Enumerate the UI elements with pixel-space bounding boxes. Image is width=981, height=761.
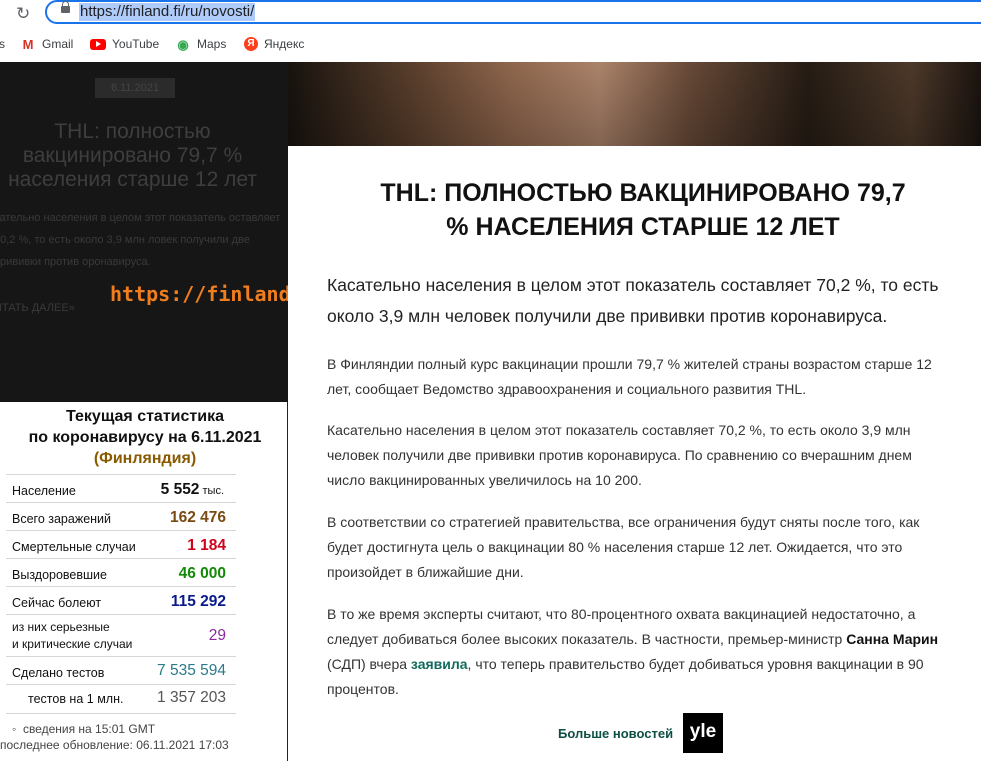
article-title-line1: THL: ПОЛНОСТЬЮ ВАКЦИНИРОВАНО 79,7 [380, 179, 906, 207]
news-card-text: сательно населения в целом этот показате… [0, 212, 281, 268]
p4-text-b: (СДП) вчера [327, 656, 411, 672]
reload-icon[interactable]: ↻ [16, 4, 30, 24]
article-paragraph-1: В Финляндии полный курс вакцинации прошл… [327, 356, 932, 397]
maps-icon: ◉ [177, 36, 189, 52]
stat-value: 1 357 203 [157, 689, 226, 706]
address-bar[interactable]: https://finland.fi/ru/novosti/ [45, 0, 981, 24]
article-title-line2: % НАСЕЛЕНИЯ СТАРШЕ 12 ЛЕТ [446, 213, 840, 241]
watermark-text: https://finland.fi [110, 282, 288, 306]
bookmark-label: Яндекс [264, 37, 305, 51]
article-paragraph-3: В соответствии со стратегией правительст… [327, 514, 920, 580]
stats-footer-updated: последнее обновление: 06.11.2021 17:03 [0, 738, 229, 752]
stat-row-active: Сейчас болеют 115 292 [6, 586, 236, 615]
browser-toolbar: ↻ https://finland.fi/ru/novosti/ s M Gmai… [0, 0, 981, 62]
stat-value: 7 535 594 [157, 662, 226, 679]
stat-value: 162 476 [169, 509, 226, 526]
p4-text-a: В то же время эксперты считают, что 80-п… [327, 606, 916, 647]
bookmark-label: Maps [197, 37, 227, 51]
pm-name: Санна Марин [846, 631, 939, 647]
stat-label: из них серьезные и критические случаи [12, 620, 133, 651]
article-hero-image [288, 62, 981, 146]
bookmark-gmail[interactable]: M Gmail [20, 36, 74, 52]
more-news-link[interactable]: Больше новостей [558, 726, 673, 741]
bookmark-youtube[interactable]: YouTube [90, 37, 159, 51]
left-news-card[interactable]: 6.11.2021 THL: полностью вакцинировано 7… [0, 62, 288, 402]
stat-row-population: Население 5 552 тыс. [6, 474, 236, 503]
stated-link[interactable]: заявила [411, 656, 468, 672]
stat-label: Всего заражений [12, 512, 112, 526]
article-paragraph-2: Касательно населения в целом этот показа… [327, 422, 912, 488]
yle-logo[interactable]: yle [683, 713, 723, 753]
stat-value: 1 184 [187, 537, 226, 554]
stat-row-deaths: Смертельные случаи 1 184 [6, 530, 236, 559]
stat-label: Население [12, 484, 76, 498]
stat-value: 115 292 [170, 593, 226, 610]
stats-title: Текущая статистика по коронавирусу на 6.… [0, 406, 290, 469]
stat-value-unit: тыс. [199, 485, 224, 497]
article-paragraph-4: В то же время эксперты считают, что 80-п… [327, 602, 953, 702]
stat-label: Смертельные случаи [12, 540, 136, 554]
article-lead: Касательно населения в целом этот показа… [327, 275, 939, 326]
stats-country: (Финляндия) [93, 450, 197, 467]
news-date: 6.11.2021 [95, 78, 175, 98]
bookmark-label: Gmail [42, 37, 74, 51]
bookmark-label: YouTube [112, 37, 160, 51]
stat-label: Сделано тестов [12, 666, 105, 680]
stat-label: Сейчас болеют [12, 596, 102, 610]
stat-value: 5 552 тыс. [161, 481, 224, 499]
stat-row-tests: Сделано тестов 7 535 594 [6, 656, 236, 685]
youtube-icon [90, 38, 106, 50]
stat-row-recovered: Выздоровевшие 46 000 [6, 558, 236, 587]
read-more-link[interactable]: ИТАТЬ ДАЛЕЕ» [0, 302, 75, 314]
stats-title-line2: по коронавирусу на 6.11.2021 [28, 429, 262, 446]
stat-value-number: 5 552 [160, 481, 200, 498]
stat-label: тестов на 1 млн. [28, 692, 124, 706]
bookmark-partial[interactable]: s [0, 37, 5, 51]
bullet-icon: ◦ [12, 722, 17, 736]
yandex-icon: Я [244, 37, 258, 51]
stat-row-infections: Всего заражений 162 476 [6, 502, 236, 531]
stats-title-line1: Текущая статистика [66, 408, 224, 425]
stats-footer-time-text: сведения на 15:01 GMT [22, 722, 156, 736]
covid-stats-widget: Текущая статистика по коронавирусу на 6.… [0, 402, 288, 761]
stat-value: 29 [208, 627, 226, 644]
stat-label: Выздоровевшие [12, 568, 107, 582]
gmail-icon: M [22, 36, 34, 52]
stat-row-tests-per-million: тестов на 1 млн. 1 357 203 [6, 684, 236, 714]
lock-icon[interactable] [61, 1, 70, 13]
article-title: THL: ПОЛНОСТЬЮ ВАКЦИНИРОВАНО 79,7 % НАСЕ… [330, 176, 956, 244]
bookmark-maps[interactable]: ◉ Maps [175, 37, 226, 51]
url-text[interactable]: https://finland.fi/ru/novosti/ [79, 3, 256, 21]
stat-value: 46 000 [178, 565, 226, 582]
bookmark-yandex[interactable]: Я Яндекс [244, 37, 304, 51]
stat-row-critical: из них серьезные и критические случаи 29 [6, 614, 236, 657]
stats-footer-time: ◦ сведения на 15:01 GMT [12, 722, 155, 736]
news-card-title[interactable]: THL: полностью вакцинировано 79,7 % насе… [0, 120, 275, 192]
